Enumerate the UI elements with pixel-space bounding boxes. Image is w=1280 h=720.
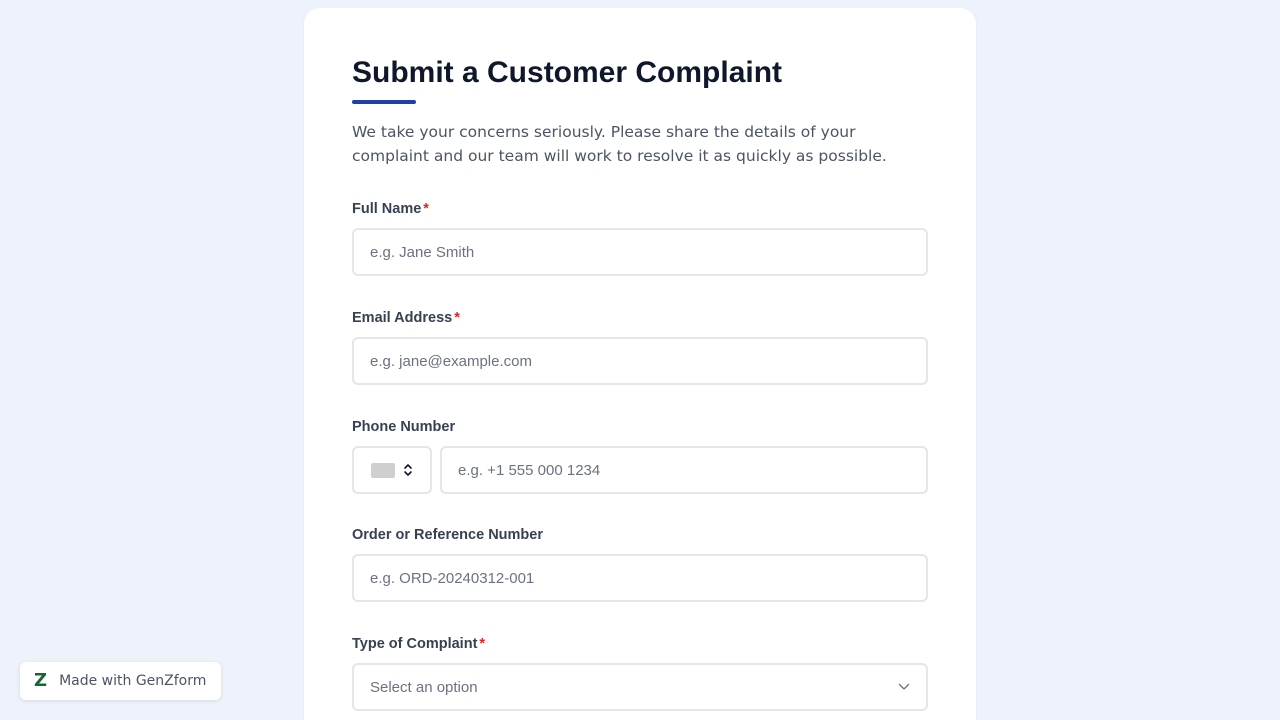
made-with-badge[interactable]: Z Made with GenZform	[20, 662, 221, 700]
full-name-label: Full Name *	[352, 201, 429, 217]
order-ref-input[interactable]	[370, 569, 910, 587]
complaint-form-card: Submit a Customer Complaint We take your…	[304, 8, 976, 720]
phone-field[interactable]	[440, 446, 928, 494]
phone-label: Phone Number	[352, 419, 455, 435]
email-label-text: Email Address	[352, 310, 453, 326]
chevron-down-icon	[898, 683, 910, 690]
complaint-type-label: Type of Complaint *	[352, 636, 485, 652]
complaint-type-select[interactable]: Select an option	[352, 663, 928, 711]
required-marker: *	[479, 636, 486, 652]
chevron-up-down-icon	[404, 464, 412, 476]
order-ref-label-text: Order or Reference Number	[352, 527, 543, 543]
phone-label-text: Phone Number	[352, 419, 456, 435]
order-ref-label: Order or Reference Number	[352, 527, 543, 543]
required-marker: *	[454, 310, 460, 326]
email-label: Email Address *	[352, 310, 460, 326]
email-field[interactable]	[352, 337, 928, 385]
required-marker: *	[423, 201, 429, 217]
full-name-field[interactable]	[352, 228, 928, 276]
form-title: Submit a Customer Complaint	[352, 56, 783, 89]
email-input[interactable]	[370, 352, 910, 370]
flag-placeholder-icon	[371, 462, 395, 478]
order-ref-field[interactable]	[352, 554, 928, 602]
form-intro: We take your concerns seriously. Please …	[352, 123, 887, 165]
title-underline	[352, 100, 416, 104]
complaint-type-label-text: Type of Complaint	[352, 636, 478, 652]
full-name-input[interactable]	[370, 243, 910, 261]
made-with-text: Made with GenZform	[59, 673, 207, 689]
phone-input[interactable]	[458, 461, 910, 479]
full-name-label-text: Full Name	[352, 201, 422, 217]
genzform-logo-icon: Z	[34, 670, 48, 691]
country-code-select[interactable]	[352, 446, 432, 494]
complaint-type-placeholder: Select an option	[370, 678, 478, 696]
